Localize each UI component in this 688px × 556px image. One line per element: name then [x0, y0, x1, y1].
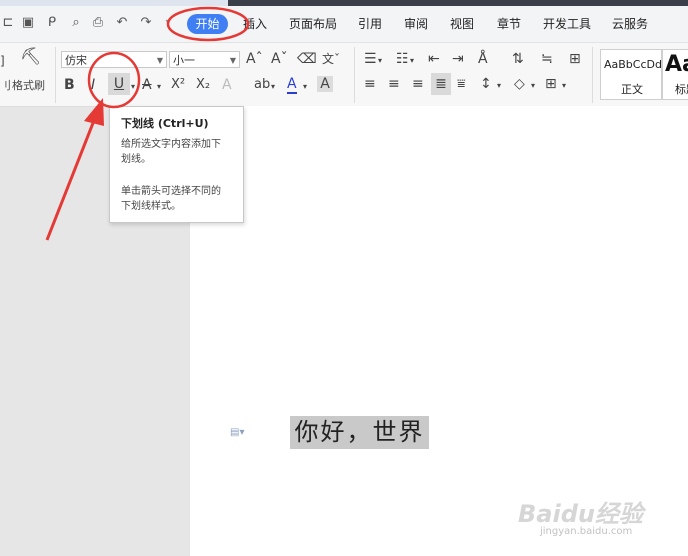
underline-highlight-circle: [87, 51, 141, 109]
watermark-brand: Baidu经验: [518, 500, 643, 528]
watermark: Baidu经验 jingyan.baidu.com: [518, 494, 678, 544]
annotation-arrow-head: [84, 98, 104, 126]
tab-highlight-circle: [166, 6, 250, 42]
annotation-overlay: [45, 6, 250, 241]
watermark-url: jingyan.baidu.com: [540, 526, 633, 537]
annotation-arrow-shaft: [45, 117, 97, 241]
